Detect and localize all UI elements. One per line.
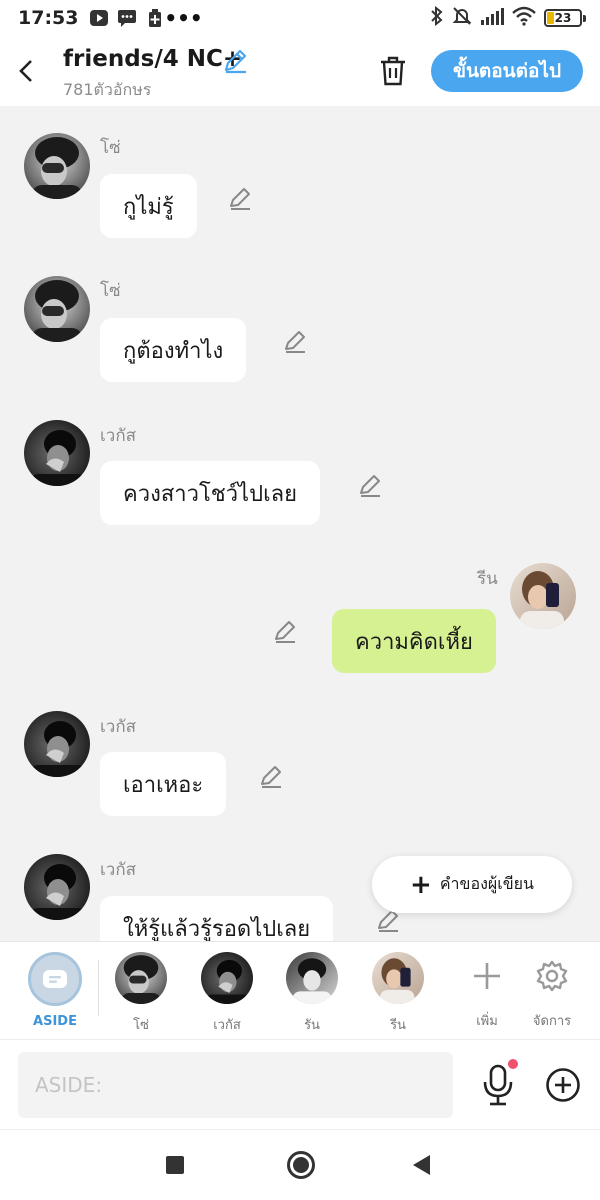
sender-name: รีน (477, 569, 498, 589)
character-run[interactable]: รัน (277, 952, 347, 1035)
edit-title-icon[interactable] (222, 48, 248, 74)
battery-level: 23 (554, 11, 572, 25)
character-name: โซ่ (133, 1018, 149, 1033)
character-vegas[interactable]: เวกัส (192, 952, 262, 1035)
bluetooth-icon (430, 5, 444, 30)
message-bubble[interactable]: กูไม่รู้ (100, 174, 197, 238)
character-name: รีน (390, 1018, 406, 1033)
more-notifications-icon: ••• (164, 6, 203, 30)
media-icon (88, 8, 110, 28)
sender-name: เวกัส (100, 860, 137, 880)
battery-saver-icon (144, 8, 166, 28)
plus-icon (465, 954, 509, 998)
add-label: เพิ่ม (476, 1014, 498, 1029)
avatar-reen (372, 952, 424, 1004)
back-button[interactable] (12, 54, 40, 88)
page-title: friends/4 NC+ (63, 46, 243, 72)
message-bubble[interactable]: เอาเหอะ (100, 752, 227, 816)
microphone-icon (483, 1064, 513, 1106)
edit-message-icon[interactable] (357, 473, 383, 499)
message-bubble-mine[interactable]: ความคิดเหี้ย (332, 609, 496, 673)
system-back-button[interactable] (413, 1155, 430, 1175)
notification-dot (508, 1059, 518, 1069)
avatar-so[interactable] (24, 133, 90, 199)
author-note-label: คำของผู้เขียน (439, 874, 534, 893)
aside-icon (28, 952, 82, 1006)
character-reen[interactable]: รีน (363, 952, 433, 1035)
author-note-button[interactable]: + คำของผู้เขียน (372, 856, 572, 913)
sender-name: โซ่ (100, 138, 121, 158)
aside-input[interactable] (18, 1052, 453, 1118)
message-bubble[interactable]: ควงสาวโชว์ไปเลย (100, 461, 320, 525)
message-icon (116, 8, 138, 28)
system-nav-bar (0, 1129, 600, 1200)
character-count: 781ตัวอักษร (63, 80, 152, 99)
aside-label: ASIDE (33, 1014, 77, 1029)
edit-message-icon[interactable] (282, 329, 308, 355)
edit-message-icon[interactable] (258, 764, 284, 790)
character-bar: ASIDE โซ่ เวกัส รัน รีน เพิ่ม จัดการ (0, 941, 600, 1039)
avatar-reen[interactable] (510, 563, 576, 629)
character-name: รัน (304, 1018, 320, 1033)
chevron-left-icon (19, 60, 32, 82)
battery-icon: 23 (544, 9, 586, 27)
status-time: 17:53 (18, 7, 79, 29)
microphone-button[interactable] (478, 1059, 518, 1108)
next-step-button[interactable]: ขั้นตอนต่อไป (431, 50, 583, 92)
gear-icon (530, 954, 574, 998)
sender-name: เวกัส (100, 717, 137, 737)
plus-circle-icon (546, 1068, 580, 1102)
delete-button[interactable] (378, 54, 408, 88)
avatar-so (115, 952, 167, 1004)
top-bar: friends/4 NC+ 781ตัวอักษร ขั้นตอนต่อไป (0, 36, 600, 106)
avatar-vegas[interactable] (24, 420, 90, 486)
avatar-vegas[interactable] (24, 711, 90, 777)
plus-icon: + (410, 869, 432, 900)
trash-icon (381, 56, 405, 86)
character-aside[interactable]: ASIDE (20, 952, 90, 1029)
add-character-button[interactable]: เพิ่ม (452, 954, 522, 1031)
message-bubble[interactable]: ให้รู้แล้วรู้รอดไปเลย (100, 896, 334, 941)
manage-label: จัดการ (532, 1014, 572, 1029)
edit-message-icon[interactable] (272, 619, 298, 645)
composer (0, 1039, 600, 1129)
avatar-vegas[interactable] (24, 854, 90, 920)
sender-name: เวกัส (100, 426, 137, 446)
character-so[interactable]: โซ่ (106, 952, 176, 1035)
signal-icon (480, 7, 504, 29)
status-bar: 17:53 ••• 23 (0, 0, 600, 36)
avatar-so[interactable] (24, 276, 90, 342)
chat-area[interactable]: โซ่ กูไม่รู้ โซ่ กูต้องทำไง เวกัส ควงสาว… (0, 106, 600, 941)
recents-button[interactable] (166, 1156, 184, 1174)
avatar-vegas (201, 952, 253, 1004)
manage-button[interactable]: จัดการ (517, 954, 587, 1031)
sender-name: โซ่ (100, 281, 121, 301)
wifi-icon (512, 6, 536, 30)
edit-message-icon[interactable] (227, 186, 253, 212)
mute-bell-icon (452, 6, 472, 30)
message-bubble[interactable]: กูต้องทำไง (100, 318, 247, 382)
avatar-run (286, 952, 338, 1004)
character-name: เวกัส (213, 1018, 241, 1033)
divider (98, 960, 99, 1016)
home-button[interactable] (287, 1151, 315, 1179)
add-attachment-button[interactable] (545, 1067, 581, 1103)
